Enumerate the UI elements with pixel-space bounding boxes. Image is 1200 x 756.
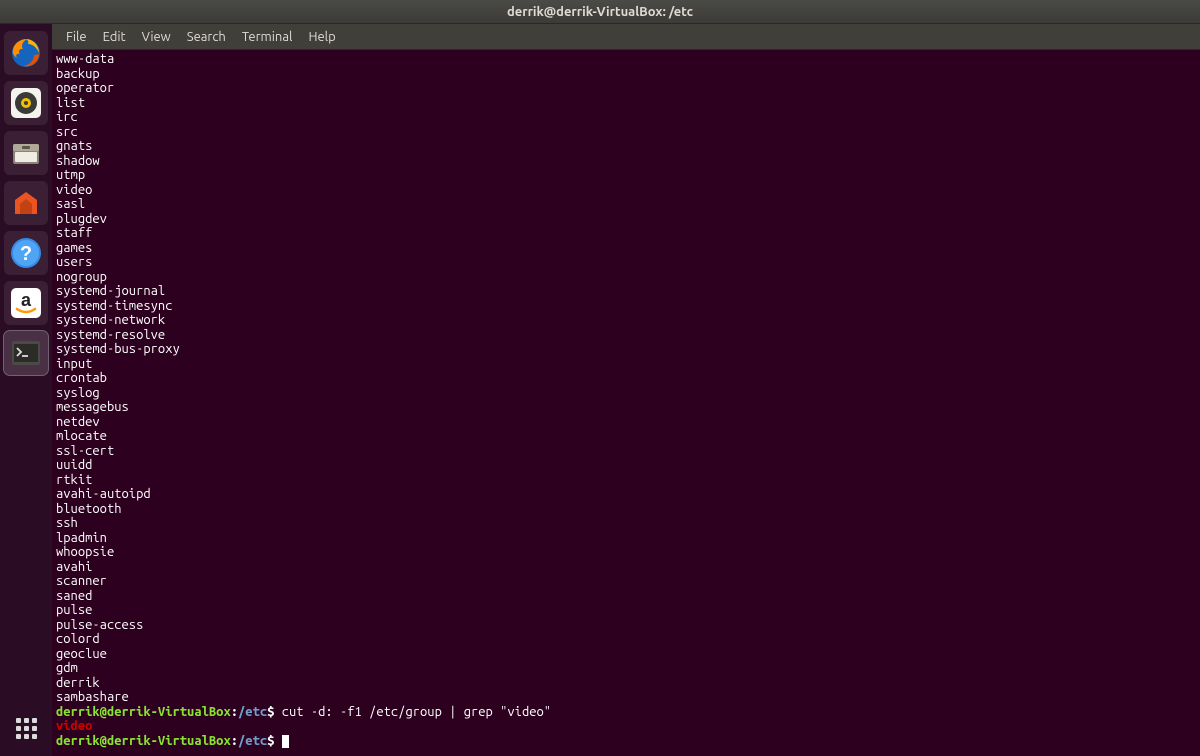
menu-edit[interactable]: Edit	[95, 25, 134, 49]
launcher-amazon[interactable]: a	[4, 281, 48, 325]
terminal-line: avahi	[56, 560, 1196, 575]
terminal-line: shadow	[56, 154, 1196, 169]
launcher-help[interactable]: ?	[4, 231, 48, 275]
terminal-line: ssl-cert	[56, 444, 1196, 459]
svg-text:a: a	[21, 290, 32, 310]
launcher-terminal[interactable]	[4, 331, 48, 375]
terminal-line: colord	[56, 632, 1196, 647]
terminal-menubar: File Edit View Search Terminal Help	[52, 24, 1200, 50]
terminal-prompt-line: derrik@derrik-VirtualBox:/etc$	[56, 734, 1196, 749]
menu-file[interactable]: File	[58, 25, 95, 49]
terminal-line: whoopsie	[56, 545, 1196, 560]
unity-launcher: ? a	[0, 24, 52, 756]
terminal-line: scanner	[56, 574, 1196, 589]
terminal-line: backup	[56, 67, 1196, 82]
terminal-line: users	[56, 255, 1196, 270]
menu-search[interactable]: Search	[179, 25, 234, 49]
menu-view[interactable]: View	[134, 25, 179, 49]
terminal-line: crontab	[56, 371, 1196, 386]
terminal-line: geoclue	[56, 647, 1196, 662]
terminal-line: messagebus	[56, 400, 1196, 415]
terminal-line: saned	[56, 589, 1196, 604]
terminal-line: staff	[56, 226, 1196, 241]
terminal-line: systemd-bus-proxy	[56, 342, 1196, 357]
terminal-line: lpadmin	[56, 531, 1196, 546]
firefox-icon	[9, 36, 43, 70]
terminal-line: avahi-autoipd	[56, 487, 1196, 502]
launcher-music[interactable]	[4, 81, 48, 125]
terminal-line: operator	[56, 81, 1196, 96]
terminal-line: rtkit	[56, 473, 1196, 488]
command-text: cut -d: -f1 /etc/group | grep "video"	[274, 705, 551, 719]
grep-result: video	[56, 719, 1196, 734]
launcher-files[interactable]	[4, 131, 48, 175]
terminal-line: systemd-timesync	[56, 299, 1196, 314]
window-title: derrik@derrik-VirtualBox: /etc	[507, 5, 693, 19]
svg-text:?: ?	[20, 243, 32, 265]
terminal-line: systemd-network	[56, 313, 1196, 328]
terminal-line: input	[56, 357, 1196, 372]
files-icon	[9, 136, 43, 170]
terminal-line: systemd-resolve	[56, 328, 1196, 343]
terminal-line: nogroup	[56, 270, 1196, 285]
terminal-line: bluetooth	[56, 502, 1196, 517]
terminal-line: utmp	[56, 168, 1196, 183]
terminal-line: gdm	[56, 661, 1196, 676]
terminal-line: mlocate	[56, 429, 1196, 444]
terminal-line: ssh	[56, 516, 1196, 531]
terminal-line: irc	[56, 110, 1196, 125]
launcher-apps-grid[interactable]	[4, 706, 48, 750]
prompt-user: derrik@derrik-VirtualBox	[56, 705, 231, 719]
terminal-line: netdev	[56, 415, 1196, 430]
terminal-line: pulse-access	[56, 618, 1196, 633]
menu-help[interactable]: Help	[300, 25, 343, 49]
terminal-cursor	[282, 735, 289, 748]
terminal-line: syslog	[56, 386, 1196, 401]
menu-terminal[interactable]: Terminal	[234, 25, 301, 49]
terminal-body[interactable]: www-databackupoperatorlistircsrcgnatssha…	[52, 50, 1200, 756]
terminal-line: sambashare	[56, 690, 1196, 705]
terminal-line: plugdev	[56, 212, 1196, 227]
prompt-path: /etc	[238, 705, 267, 719]
music-icon	[9, 86, 43, 120]
terminal-line: pulse	[56, 603, 1196, 618]
terminal-line: derrik	[56, 676, 1196, 691]
terminal-line: games	[56, 241, 1196, 256]
terminal-prompt-line: derrik@derrik-VirtualBox:/etc$ cut -d: -…	[56, 705, 1196, 720]
window-titlebar: derrik@derrik-VirtualBox: /etc	[0, 0, 1200, 24]
terminal-line: video	[56, 183, 1196, 198]
terminal-line: systemd-journal	[56, 284, 1196, 299]
terminal-line: sasl	[56, 197, 1196, 212]
help-icon: ?	[9, 236, 43, 270]
amazon-icon: a	[9, 286, 43, 320]
software-center-icon	[9, 186, 43, 220]
terminal-line: list	[56, 96, 1196, 111]
launcher-software[interactable]	[4, 181, 48, 225]
terminal-line: www-data	[56, 52, 1196, 67]
terminal-line: src	[56, 125, 1196, 140]
terminal-line: gnats	[56, 139, 1196, 154]
launcher-firefox[interactable]	[4, 31, 48, 75]
terminal-line: uuidd	[56, 458, 1196, 473]
terminal-icon	[9, 336, 43, 370]
